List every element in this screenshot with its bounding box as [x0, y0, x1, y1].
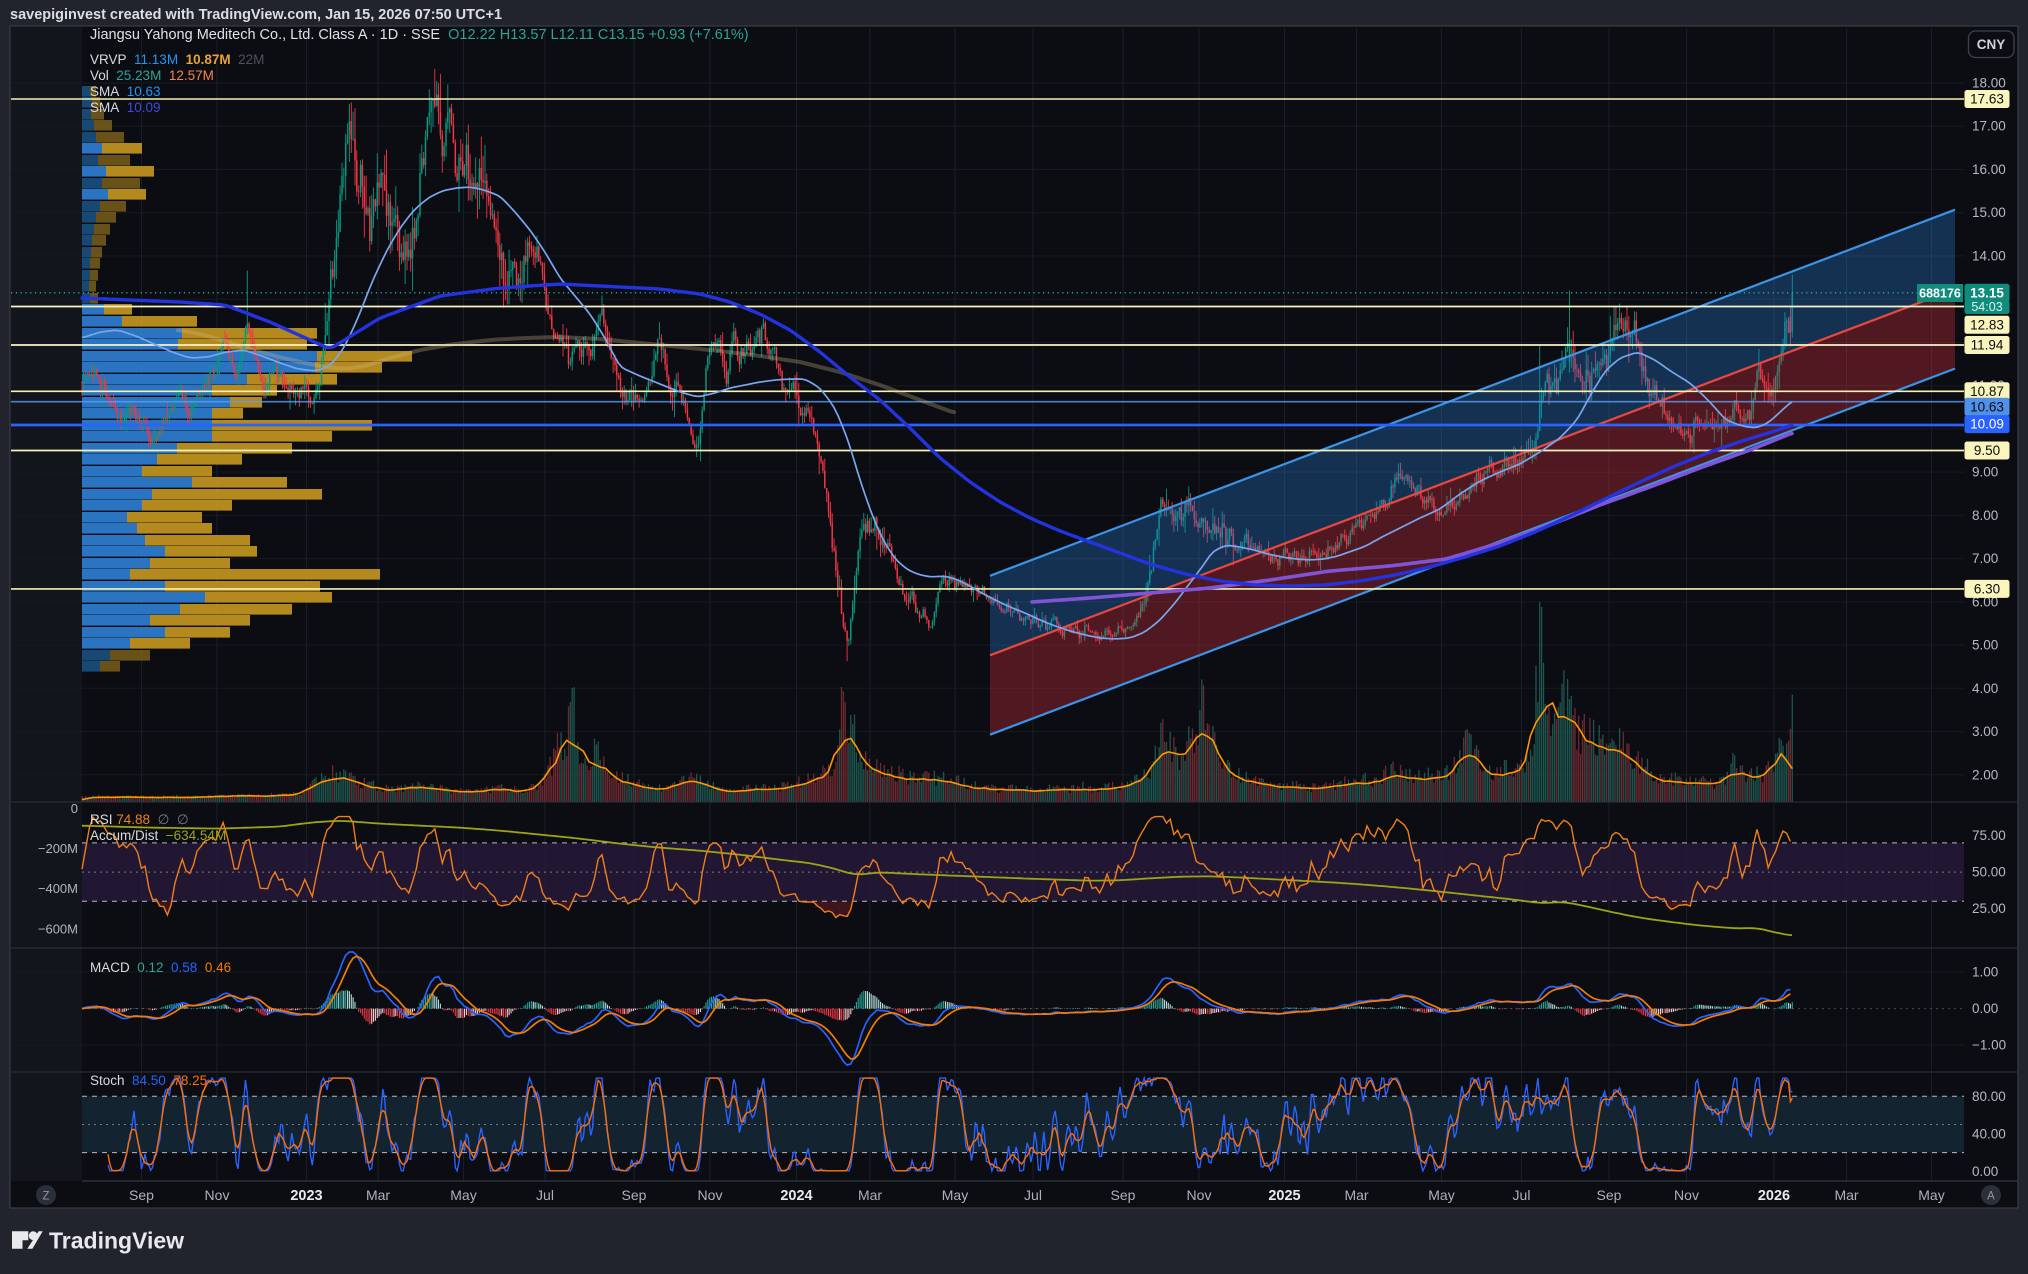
- svg-text:Vol 25.23M 12.57M: Vol 25.23M 12.57M: [90, 68, 214, 83]
- svg-text:SMA 10.09: SMA 10.09: [90, 100, 161, 115]
- svg-text:−600M: −600M: [38, 921, 78, 936]
- svg-text:Nov: Nov: [698, 1187, 723, 1203]
- svg-text:Mar: Mar: [858, 1187, 882, 1203]
- svg-text:12.83: 12.83: [1970, 317, 2004, 332]
- svg-text:Sep: Sep: [1111, 1187, 1136, 1203]
- svg-text:2025: 2025: [1268, 1188, 1300, 1204]
- svg-text:Mar: Mar: [1834, 1187, 1858, 1203]
- svg-text:9.50: 9.50: [1974, 443, 2000, 458]
- svg-text:16.00: 16.00: [1972, 162, 2006, 177]
- svg-text:10.63: 10.63: [1970, 399, 2004, 414]
- svg-text:14.00: 14.00: [1972, 248, 2006, 263]
- svg-text:50.00: 50.00: [1972, 865, 2006, 880]
- svg-text:Mar: Mar: [1344, 1187, 1368, 1203]
- svg-text:75.00: 75.00: [1972, 828, 2006, 843]
- svg-text:May: May: [450, 1187, 476, 1203]
- svg-text:RSI 74.88 ∅ ∅: RSI 74.88 ∅ ∅: [90, 812, 189, 827]
- svg-text:Nov: Nov: [1674, 1187, 1699, 1203]
- svg-text:80.00: 80.00: [1972, 1089, 2006, 1104]
- svg-text:3.00: 3.00: [1972, 724, 1998, 739]
- svg-text:2.00: 2.00: [1972, 767, 1998, 782]
- svg-text:1.00: 1.00: [1972, 965, 1998, 980]
- svg-text:2023: 2023: [290, 1188, 322, 1204]
- svg-text:15.00: 15.00: [1972, 205, 2006, 220]
- svg-text:Mar: Mar: [366, 1187, 390, 1203]
- svg-text:10.09: 10.09: [1970, 417, 2004, 432]
- svg-text:2026: 2026: [1758, 1188, 1790, 1204]
- svg-text:May: May: [1428, 1187, 1454, 1203]
- svg-text:5.00: 5.00: [1972, 638, 1998, 653]
- svg-text:Jul: Jul: [536, 1187, 554, 1203]
- svg-text:CNY: CNY: [1977, 37, 2006, 52]
- svg-text:10.87: 10.87: [1970, 384, 2004, 399]
- svg-text:13.15: 13.15: [1970, 285, 2004, 300]
- svg-text:−1.00: −1.00: [1972, 1038, 2006, 1053]
- svg-text:−200M: −200M: [38, 841, 78, 856]
- svg-text:Accum/Dist −634.54M: Accum/Dist −634.54M: [90, 828, 226, 843]
- svg-text:11.94: 11.94: [1971, 338, 2004, 353]
- svg-text:40.00: 40.00: [1972, 1126, 2006, 1141]
- svg-text:May: May: [1918, 1187, 1944, 1203]
- svg-text:savepiginvest created with Tra: savepiginvest created with TradingView.c…: [10, 7, 502, 23]
- svg-text:Nov: Nov: [1187, 1187, 1212, 1203]
- svg-text:9.00: 9.00: [1972, 465, 1998, 480]
- svg-text:Z: Z: [42, 1191, 49, 1203]
- svg-text:Nov: Nov: [205, 1187, 230, 1203]
- svg-text:Jul: Jul: [1024, 1187, 1042, 1203]
- svg-text:Stoch 84.50 78.25: Stoch 84.50 78.25: [90, 1073, 207, 1088]
- svg-text:18.00: 18.00: [1972, 76, 2006, 91]
- svg-text:MACD 0.12 0.58 0.46: MACD 0.12 0.58 0.46: [90, 960, 231, 975]
- svg-text:4.00: 4.00: [1972, 681, 1998, 696]
- svg-text:0.00: 0.00: [1972, 1001, 1998, 1016]
- svg-text:Jul: Jul: [1513, 1187, 1531, 1203]
- svg-text:A: A: [1987, 1191, 1995, 1203]
- svg-text:Sep: Sep: [1597, 1187, 1622, 1203]
- svg-text:2024: 2024: [780, 1188, 812, 1204]
- svg-text:−400M: −400M: [38, 881, 78, 896]
- svg-text:SMA 10.63: SMA 10.63: [90, 84, 161, 99]
- svg-text:54:03: 54:03: [1971, 300, 2002, 314]
- svg-text:17.00: 17.00: [1972, 119, 2006, 134]
- svg-text:7.00: 7.00: [1972, 551, 1998, 566]
- svg-text:688176: 688176: [1919, 287, 1961, 301]
- svg-text:0.00: 0.00: [1972, 1164, 1998, 1179]
- svg-text:6.30: 6.30: [1974, 582, 2000, 597]
- svg-text:TradingView: TradingView: [49, 1228, 184, 1254]
- svg-text:17.63: 17.63: [1970, 92, 2004, 107]
- svg-text:Sep: Sep: [129, 1187, 154, 1203]
- svg-text:25.00: 25.00: [1972, 901, 2006, 916]
- svg-text:Sep: Sep: [622, 1187, 647, 1203]
- svg-text:8.00: 8.00: [1972, 508, 1998, 523]
- svg-text:0: 0: [71, 801, 78, 816]
- svg-text:VRVP 11.13M 10.87M 22M: VRVP 11.13M 10.87M 22M: [90, 52, 264, 67]
- svg-text:Jiangsu Yahong Meditech Co., L: Jiangsu Yahong Meditech Co., Ltd. Class …: [90, 27, 749, 43]
- svg-text:May: May: [942, 1187, 968, 1203]
